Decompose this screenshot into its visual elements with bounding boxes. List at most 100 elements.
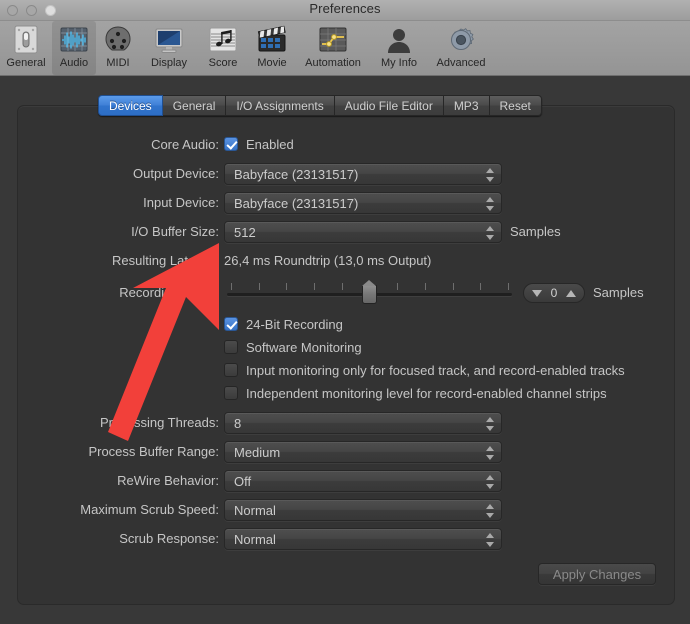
general-switch-icon [10, 24, 42, 56]
chevron-updown-icon [486, 416, 495, 432]
toolbar-item-midi[interactable]: MIDI [98, 21, 138, 75]
audio-waveform-icon [58, 24, 90, 56]
toolbar-item-label: Movie [257, 57, 287, 69]
chevron-updown-icon [486, 445, 495, 461]
row-process-buffer-range: Process Buffer Range: Medium [18, 440, 674, 464]
checkbox-independent-monitoring-level[interactable] [224, 386, 238, 400]
slider-thumb[interactable] [362, 280, 377, 304]
toolbar-item-label: My Info [380, 57, 418, 69]
toolbar-item-label: General [6, 57, 46, 69]
rewire-behavior-popup[interactable]: Off [224, 470, 502, 492]
toolbar-item-advanced[interactable]: Advanced [430, 21, 492, 75]
tab-mp3[interactable]: MP3 [443, 95, 490, 116]
io-buffer-size-popup[interactable]: 512 [224, 221, 502, 243]
movie-clapper-icon [256, 24, 288, 56]
row-io-buffer-size: I/O Buffer Size: 512 Samples [18, 220, 674, 244]
input-device-popup[interactable]: Babyface (23131517) [224, 192, 502, 214]
recording-delay-suffix: Samples [593, 285, 644, 300]
row-core-audio: Core Audio: Enabled [18, 133, 674, 157]
resulting-latency-value: 26,4 ms Roundtrip (13,0 ms Output) [224, 253, 432, 268]
rewire-behavior-label: ReWire Behavior: [117, 473, 219, 488]
process-buffer-range-label: Process Buffer Range: [88, 444, 219, 459]
checkbox-label: Software Monitoring [246, 340, 362, 355]
output-device-label: Output Device: [133, 166, 219, 181]
row-scrub-response: Scrub Response: Normal [18, 527, 674, 551]
recording-delay-slider[interactable] [227, 280, 512, 305]
row-processing-threads: Processing Threads: 8 [18, 411, 674, 435]
checkbox-24-bit-recording[interactable] [224, 317, 238, 331]
toolbar-item-label: Automation [305, 57, 361, 69]
toolbar-item-label: Score [208, 57, 238, 69]
row-output-device: Output Device: Babyface (23131517) [18, 162, 674, 186]
toolbar-item-label: Audio [59, 57, 89, 69]
toolbar-item-label: Display [150, 57, 188, 69]
input-device-label: Input Device: [143, 195, 219, 210]
checkbox-label: Input monitoring only for focused track,… [246, 363, 625, 378]
process-buffer-range-popup[interactable]: Medium [224, 441, 502, 463]
maximum-scrub-speed-value: Normal [234, 503, 276, 518]
scrub-response-value: Normal [234, 532, 276, 547]
toolbar-item-my-info[interactable]: My Info [370, 21, 428, 75]
chevron-updown-icon [486, 167, 495, 183]
tab-io-assignments[interactable]: I/O Assignments [226, 95, 335, 116]
apply-changes-button[interactable]: Apply Changes [538, 563, 656, 585]
recording-delay-stepper[interactable]: 0 [523, 283, 585, 303]
input-device-value: Babyface (23131517) [234, 196, 359, 211]
window-title: Preferences [309, 1, 381, 16]
toolbar-item-display[interactable]: Display [140, 21, 198, 75]
preferences-toolbar: General Audio MIDI Display Score Movie A… [0, 21, 690, 76]
rewire-behavior-value: Off [234, 474, 252, 489]
row-input-device: Input Device: Babyface (23131517) [18, 191, 674, 215]
io-buffer-size-value: 512 [234, 225, 256, 240]
gear-icon [445, 24, 477, 56]
toolbar-item-score[interactable]: Score [200, 21, 246, 75]
processing-threads-label: Processing Threads: [100, 415, 219, 430]
processing-threads-popup[interactable]: 8 [224, 412, 502, 434]
maximum-scrub-speed-label: Maximum Scrub Speed: [80, 502, 219, 517]
person-silhouette-icon [383, 24, 415, 56]
core-audio-label: Core Audio: [151, 137, 219, 152]
checkbox-software-monitoring[interactable] [224, 340, 238, 354]
toolbar-item-automation[interactable]: Automation [297, 21, 369, 75]
checkbox-label: 24-Bit Recording [246, 317, 343, 332]
preferences-window: Preferences General Audio MIDI Display S… [0, 0, 690, 624]
maximum-scrub-speed-popup[interactable]: Normal [224, 499, 502, 521]
toolbar-item-label: Advanced [436, 57, 486, 69]
recording-delay-label: Recording Delay: [119, 285, 219, 300]
score-notes-icon [207, 24, 239, 56]
tab-audio-file-editor[interactable]: Audio File Editor [334, 95, 444, 116]
tab-general[interactable]: General [162, 95, 227, 116]
toolbar-item-general[interactable]: General [2, 21, 50, 75]
automation-curve-icon [317, 24, 349, 56]
scrub-response-popup[interactable]: Normal [224, 528, 502, 550]
window-titlebar: Preferences [0, 0, 690, 21]
row-rewire-behavior: ReWire Behavior: Off [18, 469, 674, 493]
chevron-updown-icon [486, 532, 495, 548]
core-audio-checkbox[interactable] [224, 137, 238, 151]
chevron-updown-icon [486, 196, 495, 212]
chevron-updown-icon [486, 225, 495, 241]
io-buffer-size-label: I/O Buffer Size: [131, 224, 219, 239]
core-audio-checkbox-label: Enabled [246, 137, 294, 152]
stepper-up-icon[interactable] [566, 290, 576, 297]
output-device-popup[interactable]: Babyface (23131517) [224, 163, 502, 185]
scrub-response-label: Scrub Response: [119, 531, 219, 546]
midi-din-plug-icon [102, 24, 134, 56]
processing-threads-value: 8 [234, 416, 242, 431]
chevron-updown-icon [486, 503, 495, 519]
toolbar-item-label: MIDI [106, 57, 130, 69]
toolbar-item-audio[interactable]: Audio [52, 21, 96, 75]
checkbox-input-monitoring-focused-track[interactable] [224, 363, 238, 377]
resulting-latency-label: Resulting Latency: [112, 253, 219, 268]
io-buffer-size-suffix: Samples [510, 224, 561, 239]
row-resulting-latency: Resulting Latency: 26,4 ms Roundtrip (13… [18, 249, 674, 273]
tab-devices[interactable]: Devices [98, 95, 163, 116]
checkbox-label: Independent monitoring level for record-… [246, 386, 607, 401]
process-buffer-range-value: Medium [234, 445, 281, 460]
settings-tab-bar: Devices General I/O Assignments Audio Fi… [98, 95, 542, 116]
row-recording-delay: Recording Delay: 0 Samples [18, 280, 674, 307]
tab-reset[interactable]: Reset [489, 95, 542, 116]
toolbar-item-movie[interactable]: Movie [248, 21, 296, 75]
devices-settings-panel: Core Audio: Enabled Output Device: Babyf… [17, 105, 675, 605]
chevron-updown-icon [486, 474, 495, 490]
